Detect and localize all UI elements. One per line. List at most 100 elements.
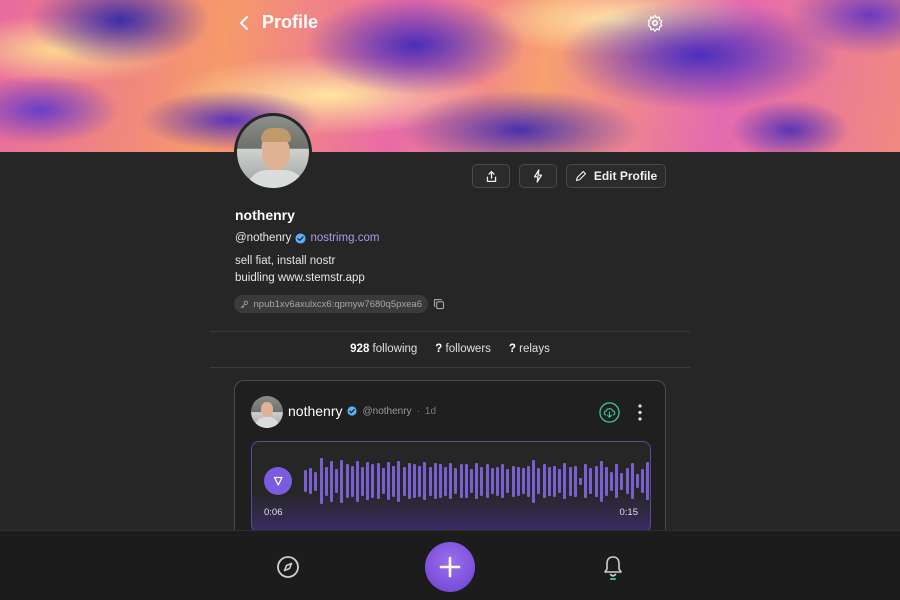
waveform-bar [376, 463, 380, 499]
divider [210, 331, 690, 332]
bell-icon [604, 556, 622, 580]
waveform-bar [573, 465, 577, 497]
zap-button[interactable] [519, 164, 557, 188]
waveform-bar [521, 468, 525, 494]
edit-profile-button[interactable]: Edit Profile [566, 164, 666, 188]
new-post-button[interactable] [425, 542, 475, 592]
back-button[interactable] [234, 12, 254, 34]
waveform-bar [428, 466, 432, 496]
followers-label: followers [445, 343, 491, 355]
current-time: 0:06 [264, 507, 283, 518]
post-time-separator: · [416, 405, 420, 417]
waveform-bar [646, 462, 650, 500]
post-card[interactable]: nothenry @nothenry · 1d 0:06 0:15 [234, 380, 666, 550]
waveform-bar [418, 465, 422, 497]
waveform-bar [470, 469, 473, 493]
waveform-bar [449, 463, 453, 499]
profile-avatar[interactable] [234, 113, 312, 191]
waveform-bar [604, 466, 608, 496]
waveform-bar [490, 468, 494, 494]
waveform-bar [304, 470, 307, 492]
divider [210, 367, 690, 368]
share-button[interactable] [472, 164, 510, 188]
waveform-bar [381, 468, 385, 494]
post-timestamp: 1d [424, 405, 437, 417]
more-vertical-icon [638, 404, 642, 421]
waveform-bar [350, 465, 354, 497]
audio-waveform[interactable] [304, 456, 650, 506]
waveform-bar [532, 459, 536, 503]
following-stat[interactable]: 928 following [350, 343, 417, 355]
bio-line: buidling www.stemstr.app [235, 272, 365, 284]
following-label: following [372, 343, 418, 355]
waveform-bar [563, 463, 567, 499]
copy-npub-button[interactable] [433, 297, 447, 311]
waveform-bar [335, 469, 339, 493]
waveform-bar [480, 466, 484, 496]
waveform-bar [506, 469, 510, 493]
waveform-bar [397, 460, 401, 502]
download-button[interactable] [599, 402, 620, 423]
copy-icon [433, 298, 445, 310]
waveform-bar [527, 465, 531, 497]
waveform-bar [511, 465, 515, 497]
plus-icon [439, 556, 461, 578]
nav-explore-button[interactable] [276, 555, 300, 579]
waveform-bar [355, 460, 359, 502]
waveform-bar [412, 464, 416, 498]
waveform-bar [620, 472, 624, 490]
waveform-bar [314, 471, 318, 491]
waveform-bar [329, 460, 333, 502]
following-count: 928 [350, 343, 370, 355]
waveform-bar [625, 468, 629, 494]
waveform-bar [324, 466, 328, 496]
post-author-avatar[interactable] [251, 396, 283, 428]
relays-label: relays [519, 343, 550, 355]
waveform-bar [501, 464, 505, 498]
lightning-icon [533, 169, 543, 183]
post-author-handle: @nothenry [362, 405, 412, 417]
verified-badge-icon [347, 406, 358, 416]
edit-profile-label: Edit Profile [593, 169, 658, 183]
waveform-bar [636, 474, 639, 488]
bio-line: sell fiat, install nostr [235, 255, 336, 267]
waveform-bar [444, 466, 448, 496]
total-time: 0:15 [619, 507, 639, 518]
waveform-bar [361, 466, 365, 496]
nav-notifications-button[interactable] [602, 555, 624, 581]
waveform-bar [610, 471, 614, 491]
followers-count: ? [435, 343, 443, 355]
waveform-bar [423, 462, 427, 500]
waveform-bar [553, 465, 556, 497]
waveform-bar [319, 458, 323, 504]
waveform-bar [464, 464, 468, 498]
waveform-bar [407, 463, 411, 499]
waveform-bar [366, 462, 370, 500]
waveform-bar [578, 477, 582, 485]
settings-button[interactable] [645, 13, 665, 33]
top-bar: Profile [0, 0, 900, 46]
waveform-bar [516, 466, 520, 496]
post-author-name[interactable]: nothenry [288, 403, 342, 419]
waveform-bar [584, 464, 588, 498]
relays-count: ? [508, 343, 516, 355]
npub-pill[interactable]: npub1xv6axulxcx6:qpmyw7680q5pxea6 [234, 295, 428, 313]
waveform-bar [568, 466, 572, 496]
waveform-bar [589, 468, 593, 494]
play-button[interactable] [264, 467, 292, 495]
profile-stats: 928 following ? followers ? relays [210, 343, 690, 355]
waveform-bar [475, 463, 479, 499]
more-options-button[interactable] [634, 402, 646, 423]
display-name: nothenry [235, 207, 295, 223]
waveform-bar [558, 469, 562, 493]
waveform-bar [615, 464, 619, 498]
relays-stat[interactable]: ? relays [509, 343, 550, 355]
nip05-link[interactable]: nostrimg.com [310, 232, 379, 244]
followers-stat[interactable]: ? followers [435, 343, 491, 355]
play-icon [273, 476, 283, 486]
waveform-bar [537, 468, 541, 494]
profile-bio: sell fiat, install nostr buidling www.st… [235, 253, 365, 287]
waveform-bar [402, 466, 406, 496]
waveform-bar [594, 465, 598, 497]
chevron-left-icon [240, 16, 248, 30]
